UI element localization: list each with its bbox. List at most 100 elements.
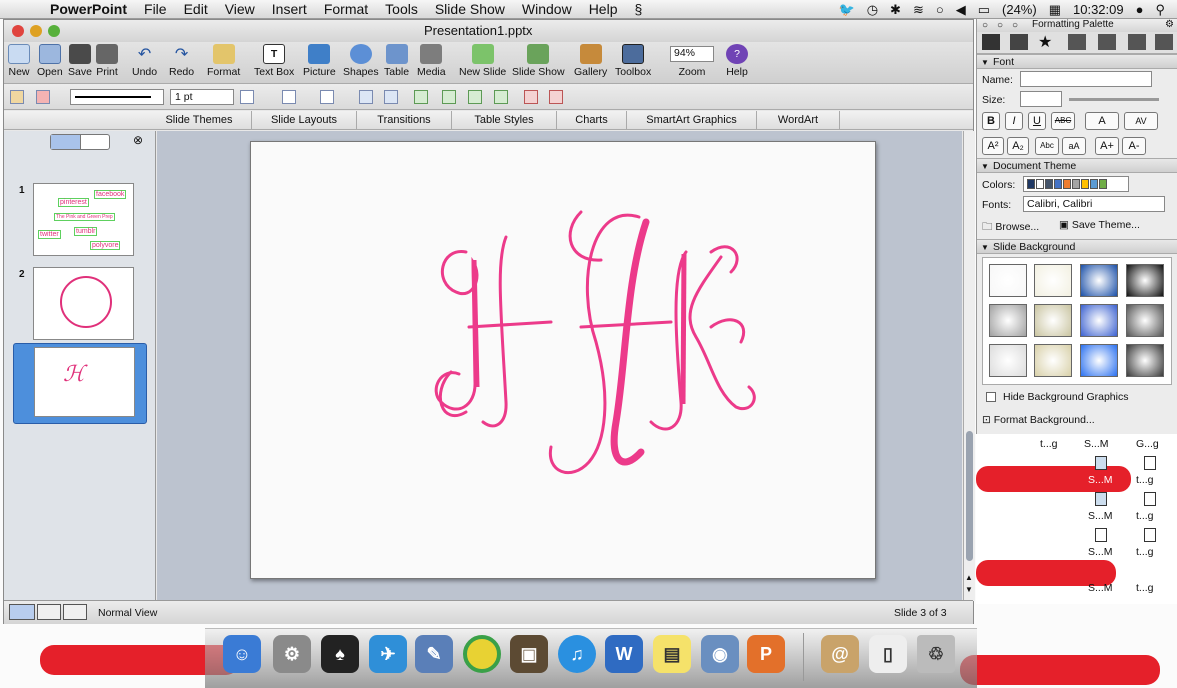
scroll-thumb[interactable] <box>966 431 973 561</box>
finder-icon[interactable]: ☺ <box>223 635 261 673</box>
desktop-file-label[interactable]: S...M <box>1088 546 1113 558</box>
bold-button[interactable]: B <box>982 112 1000 130</box>
normal-view-icon[interactable] <box>9 604 35 620</box>
save-theme-button[interactable]: ▣ Save Theme... <box>1059 219 1140 231</box>
object-palette-tab-icon[interactable] <box>1010 34 1028 50</box>
change-case-button[interactable]: aA <box>1062 137 1086 155</box>
desktop-file-icon[interactable] <box>1095 492 1107 506</box>
border-icon[interactable] <box>282 90 296 104</box>
desktop-file-label[interactable]: t...g <box>1040 438 1058 450</box>
battery-percent[interactable]: (24%) <box>1002 2 1037 17</box>
insert-cols-icon-2[interactable] <box>494 90 508 104</box>
background-swatch[interactable] <box>1034 264 1072 297</box>
table-button[interactable]: Table <box>384 44 409 78</box>
slide-sorter-view-icon[interactable] <box>37 604 61 620</box>
grow-font-button[interactable]: A+ <box>1095 137 1119 155</box>
time-machine-icon[interactable]: ◷ <box>867 2 878 18</box>
tab-charts[interactable]: Charts <box>557 111 627 130</box>
word-icon[interactable]: W <box>605 635 643 673</box>
font-color-button[interactable]: A <box>1085 112 1119 130</box>
background-swatch[interactable] <box>1080 304 1118 337</box>
eraser-icon[interactable] <box>36 90 50 104</box>
desktop-file-label[interactable]: t...g <box>1136 582 1154 594</box>
tab-slide-themes[interactable]: Slide Themes <box>147 111 252 130</box>
redo-button[interactable]: ↷ Redo <box>169 44 194 78</box>
desktop-file-icon[interactable] <box>1095 456 1107 470</box>
scroll-up-arrow-icon[interactable]: ▲ <box>965 573 973 582</box>
insert-cols-icon-1[interactable] <box>468 90 482 104</box>
reference-tab-icon[interactable] <box>1098 34 1116 50</box>
desktop-file-icon[interactable] <box>1144 456 1156 470</box>
small-caps-button[interactable]: Abc <box>1035 137 1059 155</box>
twitter-app-icon[interactable]: ✈ <box>369 635 407 673</box>
photo-booth-icon[interactable]: ◉ <box>701 635 739 673</box>
spotlight-icon[interactable]: ⚲ <box>1155 2 1165 18</box>
minimize-window-icon[interactable] <box>30 25 42 37</box>
pen-icon[interactable] <box>10 90 24 104</box>
menu-edit[interactable]: Edit <box>184 1 208 17</box>
close-pane-icon[interactable]: ⊗ <box>133 133 143 147</box>
trash-icon[interactable]: ♲ <box>917 635 955 673</box>
star-tab-icon[interactable]: ★ <box>1038 32 1052 52</box>
fill-color-icon[interactable] <box>320 90 334 104</box>
user-icon[interactable]: ● <box>1136 2 1144 17</box>
open-button[interactable]: Open <box>37 44 63 78</box>
table-style-icon-1[interactable] <box>359 90 373 104</box>
preview-icon[interactable]: ✎ <box>415 635 453 673</box>
current-slide[interactable] <box>250 141 876 579</box>
background-swatch[interactable] <box>989 304 1027 337</box>
battery-icon[interactable]: ▭ <box>978 2 990 18</box>
line-weight-select[interactable]: 1 pt <box>170 89 234 105</box>
subscript-button[interactable]: A₂ <box>1007 137 1029 155</box>
slide-background-section-header[interactable]: ▼ Slide Background <box>977 239 1177 254</box>
background-swatch[interactable] <box>1034 304 1072 337</box>
line-color-icon[interactable] <box>240 90 254 104</box>
text-box-button[interactable]: T Text Box <box>254 44 294 78</box>
delete-cols-icon[interactable] <box>549 90 563 104</box>
palette-close-icon[interactable]: ○ <box>982 20 988 31</box>
italic-button[interactable]: I <box>1005 112 1023 130</box>
desktop-file-icon[interactable] <box>1144 528 1156 542</box>
tab-transitions[interactable]: Transitions <box>357 111 452 130</box>
iphoto-icon[interactable]: ▣ <box>510 635 548 673</box>
background-swatch[interactable] <box>1080 264 1118 297</box>
menu-insert[interactable]: Insert <box>272 1 307 17</box>
background-swatch[interactable] <box>989 264 1027 297</box>
desktop-file-icon[interactable] <box>1095 528 1107 542</box>
system-preferences-icon[interactable]: ⚙ <box>273 635 311 673</box>
zoom-field[interactable]: 94% <box>670 46 714 62</box>
close-window-icon[interactable] <box>12 25 24 37</box>
tab-table-styles[interactable]: Table Styles <box>452 111 557 130</box>
picture-button[interactable]: Picture <box>303 44 336 78</box>
bluetooth-icon[interactable]: ✱ <box>890 2 901 18</box>
insert-rows-icon-2[interactable] <box>442 90 456 104</box>
font-section-header[interactable]: ▼ Font <box>977 54 1177 69</box>
menu-file[interactable]: File <box>144 1 167 17</box>
chrome-icon[interactable] <box>463 635 501 673</box>
desktop-file-label[interactable]: G...g <box>1136 438 1159 450</box>
background-swatch[interactable] <box>989 344 1027 377</box>
table-style-icon-2[interactable] <box>384 90 398 104</box>
scroll-down-arrow-icon[interactable]: ▼ <box>965 585 973 594</box>
toolbox-button[interactable]: Toolbox <box>615 44 651 78</box>
background-swatch[interactable] <box>1080 344 1118 377</box>
menu-slide-show[interactable]: Slide Show <box>435 1 505 17</box>
volume-icon[interactable]: ◀ <box>956 2 966 18</box>
format-painter-button[interactable]: Format <box>207 44 240 78</box>
wifi-icon[interactable]: ≋ <box>913 2 924 18</box>
flag-icon[interactable]: ▦ <box>1049 2 1061 18</box>
itunes-icon[interactable]: ♫ <box>558 635 596 673</box>
strikethrough-button[interactable]: ABC <box>1051 112 1075 130</box>
slide-thumbnail-1[interactable]: facebook pinterest The Pink and Green Pr… <box>33 183 134 256</box>
desktop-file-label[interactable]: t...g <box>1136 474 1154 486</box>
media-button[interactable]: Media <box>417 44 446 78</box>
desktop-file-label[interactable]: S...M <box>1088 510 1113 522</box>
background-swatch[interactable] <box>1126 344 1164 377</box>
hide-background-checkbox[interactable] <box>986 392 996 402</box>
font-size-select[interactable] <box>1020 91 1062 107</box>
character-spacing-button[interactable]: AV <box>1124 112 1158 130</box>
menu-help[interactable]: Help <box>589 1 618 17</box>
tab-smartart-graphics[interactable]: SmartArt Graphics <box>627 111 757 130</box>
save-button[interactable]: Save <box>68 44 92 78</box>
formatting-tab-icon[interactable] <box>982 34 1000 50</box>
